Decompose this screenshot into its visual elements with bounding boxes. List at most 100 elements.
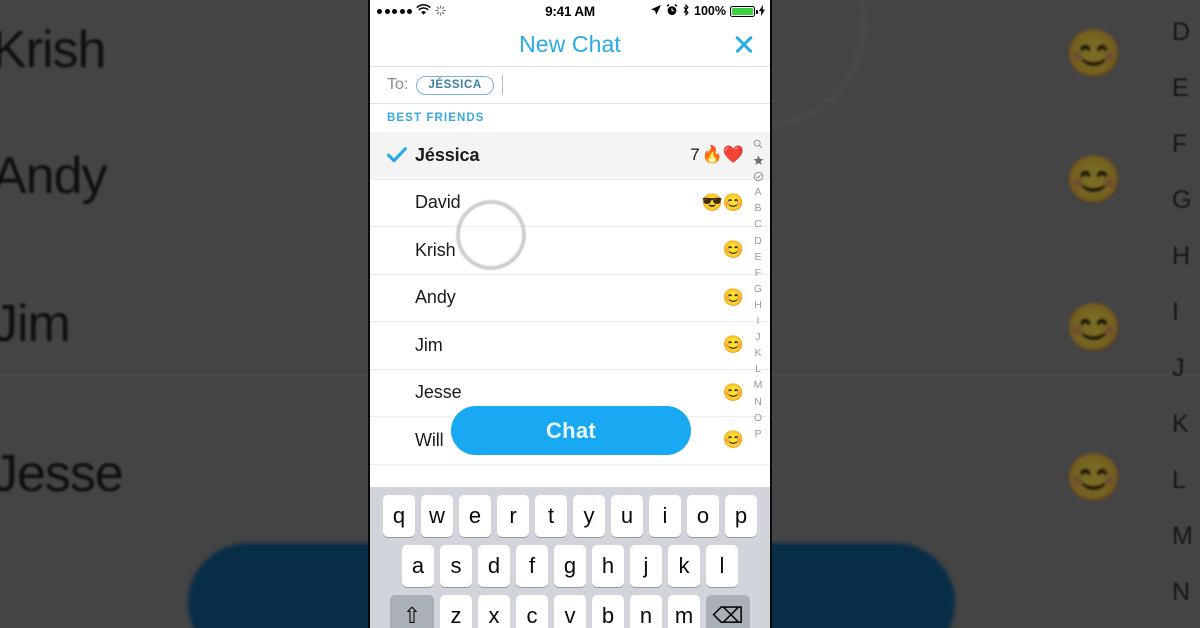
key-j[interactable]: j [630, 545, 662, 587]
friendmoji-icons: 🔥❤️ [701, 145, 744, 165]
index-letter-n[interactable]: N [748, 394, 768, 410]
index-letter-j[interactable]: J [748, 329, 768, 345]
key-h[interactable]: h [592, 545, 624, 587]
key-k[interactable]: k [668, 545, 700, 587]
index-letter-m[interactable]: M [748, 377, 768, 393]
index-letter-p[interactable]: P [748, 426, 768, 442]
to-label: To: [387, 76, 409, 93]
friendmoji-icons: 😎😊 [701, 192, 744, 212]
background-index-letter: E [1172, 74, 1189, 102]
index-letter-o[interactable]: O [748, 410, 768, 426]
background-index-letter: N [1172, 578, 1191, 606]
friendmoji-icons: 😊 [722, 335, 744, 355]
key-f[interactable]: f [516, 545, 548, 587]
streak-count: 7 [690, 145, 700, 165]
friend-name: Krish [415, 239, 456, 260]
friend-row-meta: 7 🔥❤️ [690, 145, 744, 165]
key-w[interactable]: w [421, 495, 453, 537]
background-index-letter: D [1172, 18, 1191, 46]
key-i[interactable]: i [649, 495, 681, 537]
key-a[interactable]: a [402, 545, 434, 587]
friend-row-andy[interactable]: Andy 😊 [370, 275, 770, 322]
friend-row-meta: 😊 [723, 288, 744, 308]
key-v[interactable]: v [554, 595, 586, 628]
friend-row-jssica[interactable]: Jéssica 7 🔥❤️ [370, 132, 770, 180]
status-bar-right: 100% [650, 3, 765, 19]
keyboard-row-3: ⇧ z x c v b n m ⌫ [370, 587, 770, 628]
navigation-bar: New Chat [370, 22, 770, 67]
key-u[interactable]: u [611, 495, 643, 537]
smiley-icon: 😊 [1065, 27, 1123, 79]
key-d[interactable]: d [478, 545, 510, 587]
key-c[interactable]: c [516, 595, 548, 628]
smiley-icon: 😊 [1065, 301, 1123, 353]
battery-percentage: 100% [694, 4, 726, 18]
friend-row-meta: 😊 [723, 335, 744, 355]
background-name: Krish [0, 21, 106, 79]
background-name: Jim [0, 295, 71, 353]
friend-row-jim[interactable]: Jim 😊 [370, 322, 770, 370]
key-z[interactable]: z [440, 595, 472, 628]
index-letter-e[interactable]: E [748, 249, 768, 265]
key-r[interactable]: r [497, 495, 529, 537]
key-l[interactable]: l [706, 545, 738, 587]
key-s[interactable]: s [440, 545, 472, 587]
background-name: Andy [0, 147, 108, 205]
friend-row-meta: 😊 [723, 430, 744, 450]
key-shift[interactable]: ⇧ [390, 595, 434, 628]
friend-name: Will [415, 429, 444, 450]
key-y[interactable]: y [573, 495, 605, 537]
key-p[interactable]: p [725, 495, 757, 537]
index-letter-g[interactable]: G [748, 281, 768, 297]
friend-row-meta: 😊 [723, 383, 744, 403]
bluetooth-icon [682, 3, 690, 19]
close-icon[interactable] [732, 32, 756, 56]
key-o[interactable]: o [687, 495, 719, 537]
alarm-clock-icon [666, 3, 678, 19]
friend-name: David [415, 192, 461, 213]
key-x[interactable]: x [478, 595, 510, 628]
friend-row-krish[interactable]: Krish 😊 [370, 227, 770, 275]
friend-row-david[interactable]: David 😎😊 [370, 180, 770, 227]
alphabet-index-bar[interactable]: ABCDEFGHIJKLMNOP [748, 136, 768, 442]
index-letter-i[interactable]: I [748, 313, 768, 329]
key-q[interactable]: q [383, 495, 415, 537]
index-letter-l[interactable]: L [748, 361, 768, 377]
index-letter-a[interactable]: A [748, 184, 768, 200]
friend-row-meta: 😎😊 [702, 193, 744, 213]
index-letter-c[interactable]: C [748, 216, 768, 232]
index-letter-h[interactable]: H [748, 297, 768, 313]
star-icon[interactable] [748, 152, 768, 168]
background-index-letter: M [1172, 522, 1193, 550]
recipient-field[interactable]: To: JÉSSICA [370, 67, 770, 104]
friend-row-meta: 😊 [723, 240, 744, 260]
search-icon[interactable] [748, 136, 768, 152]
key-g[interactable]: g [554, 545, 586, 587]
index-letter-k[interactable]: K [748, 345, 768, 361]
key-e[interactable]: e [459, 495, 491, 537]
lightning-bolt-icon [759, 4, 765, 19]
smiley-icon: 😊 [1065, 451, 1123, 503]
recipient-chip-jessica[interactable]: JÉSSICA [416, 75, 494, 95]
key-n[interactable]: n [630, 595, 662, 628]
index-letter-f[interactable]: F [748, 265, 768, 281]
key-backspace[interactable]: ⌫ [706, 595, 750, 628]
background-index-letter: H [1172, 242, 1191, 270]
background-index-letter: K [1172, 410, 1189, 438]
keyboard-row-1: qwertyuiop [370, 487, 770, 537]
chat-button[interactable]: Chat [451, 406, 691, 455]
index-letter-b[interactable]: B [748, 200, 768, 216]
friendmoji-icons: 😊 [722, 287, 744, 307]
key-t[interactable]: t [535, 495, 567, 537]
smiley-icon: 😊 [1065, 153, 1123, 205]
on-screen-keyboard[interactable]: qwertyuiop asdfghjkl ⇧ z x c v b n m ⌫ [370, 487, 770, 628]
battery-icon [730, 5, 758, 17]
friend-name: Jesse [415, 382, 462, 403]
key-b[interactable]: b [592, 595, 624, 628]
friend-name: Jéssica [415, 144, 480, 165]
phone-screen: 9:41 AM 100% New Chat To: JÉSSICA BEST F… [370, 0, 770, 628]
index-letter-d[interactable]: D [748, 233, 768, 249]
recent-clock-icon[interactable] [748, 168, 768, 184]
key-m[interactable]: m [668, 595, 700, 628]
background-index-letter: L [1172, 466, 1186, 494]
